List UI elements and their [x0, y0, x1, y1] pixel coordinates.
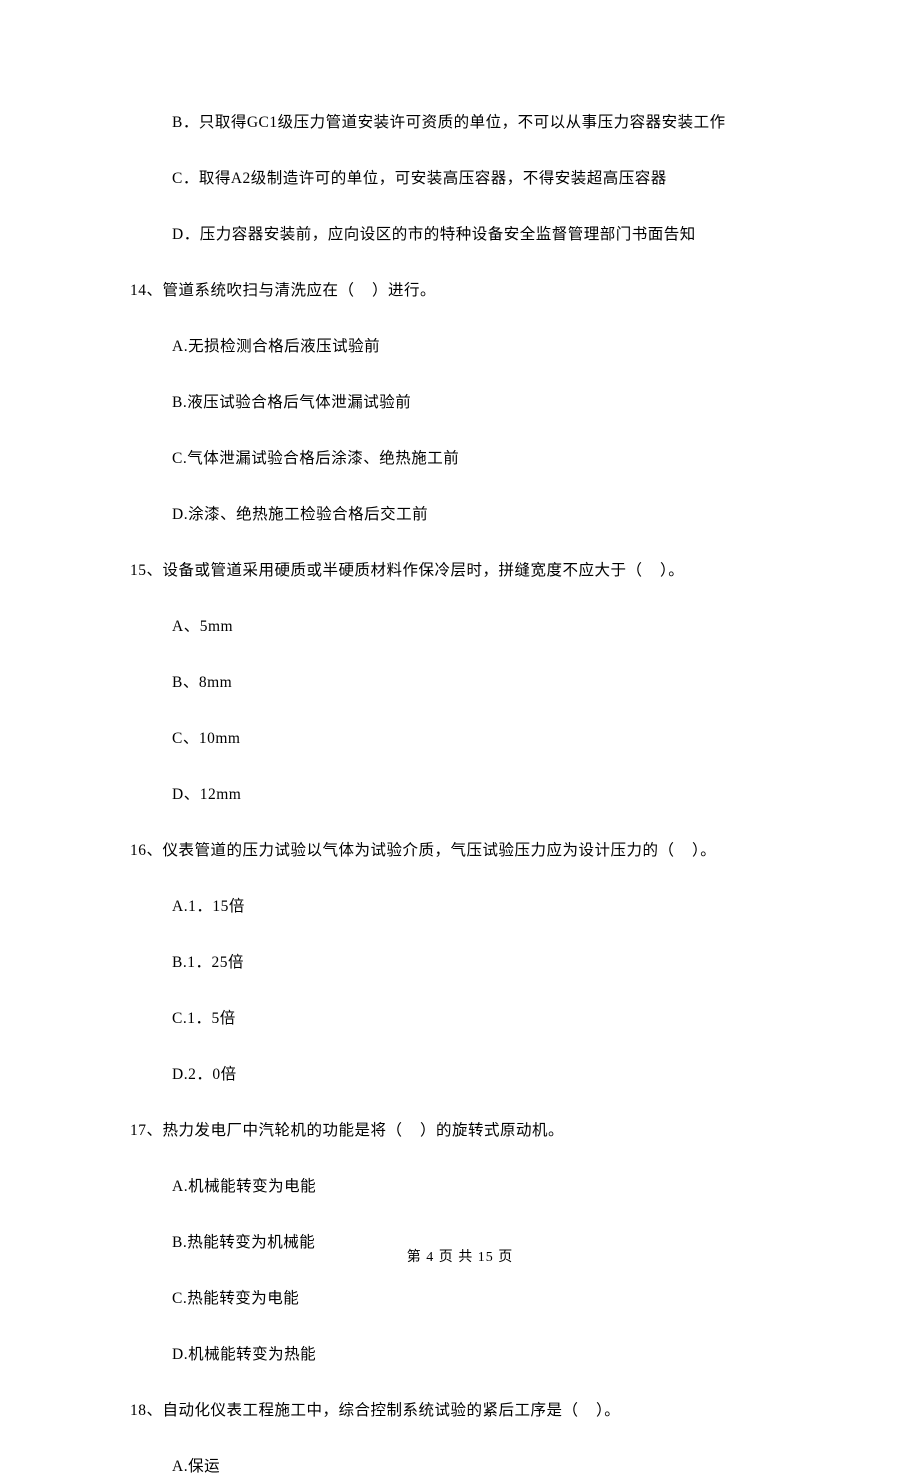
question-stem: 16、仪表管道的压力试验以气体为试验介质，气压试验压力应为设计压力的（ ）。 [130, 838, 790, 860]
page-container: B．只取得GC1级压力管道安装许可资质的单位，不可以从事压力容器安装工作 C．取… [0, 0, 920, 1302]
option-text: A.保运 [130, 1454, 790, 1476]
option-text: C．取得A2级制造许可的单位，可安装高压容器，不得安装超高压容器 [130, 166, 790, 188]
option-text: B.1．25倍 [130, 950, 790, 972]
question-stem: 14、管道系统吹扫与清洗应在（ ）进行。 [130, 278, 790, 300]
option-text: C.热能转变为电能 [130, 1286, 790, 1308]
option-text: A.机械能转变为电能 [130, 1174, 790, 1196]
option-text: D.机械能转变为热能 [130, 1342, 790, 1364]
question-stem: 15、设备或管道采用硬质或半硬质材料作保冷层时，拼缝宽度不应大于（ ）。 [130, 558, 790, 580]
option-text: C.1．5倍 [130, 1006, 790, 1028]
question-stem: 18、自动化仪表工程施工中，综合控制系统试验的紧后工序是（ ）。 [130, 1398, 790, 1420]
option-text: D．压力容器安装前，应向设区的市的特种设备安全监督管理部门书面告知 [130, 222, 790, 244]
question-stem: 17、热力发电厂中汽轮机的功能是将（ ）的旋转式原动机。 [130, 1118, 790, 1140]
page-footer: 第 4 页 共 15 页 [0, 1246, 920, 1266]
option-text: A.无损检测合格后液压试验前 [130, 334, 790, 356]
option-text: D.涂漆、绝热施工检验合格后交工前 [130, 502, 790, 524]
option-text: B、8mm [130, 670, 790, 692]
option-text: B．只取得GC1级压力管道安装许可资质的单位，不可以从事压力容器安装工作 [130, 110, 790, 132]
option-text: A.1．15倍 [130, 894, 790, 916]
option-text: B.液压试验合格后气体泄漏试验前 [130, 390, 790, 412]
option-text: D、12mm [130, 782, 790, 804]
option-text: C、10mm [130, 726, 790, 748]
option-text: A、5mm [130, 614, 790, 636]
option-text: C.气体泄漏试验合格后涂漆、绝热施工前 [130, 446, 790, 468]
option-text: D.2．0倍 [130, 1062, 790, 1084]
